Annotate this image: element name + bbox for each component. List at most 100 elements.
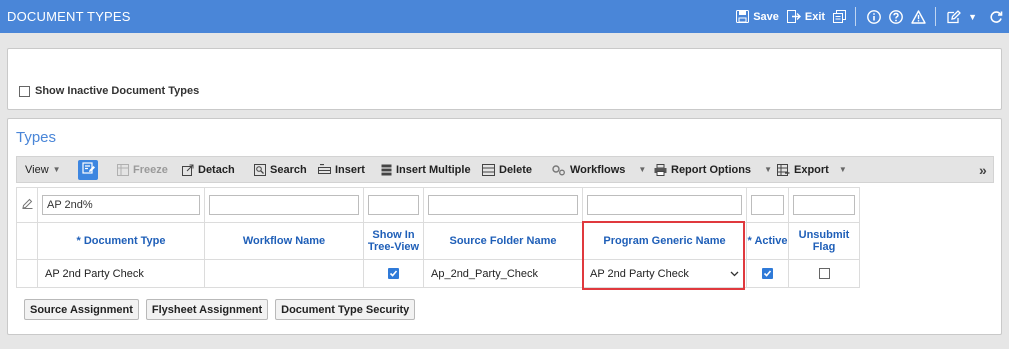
insert-label: Insert xyxy=(335,163,365,176)
document-type-cell[interactable]: AP 2nd Party Check xyxy=(37,259,205,288)
show-inactive-checkbox[interactable] xyxy=(19,85,30,97)
show-in-tree-view-checkbox[interactable] xyxy=(388,268,399,280)
chevron-down-icon: ▼ xyxy=(638,165,647,174)
detach-button[interactable]: Detach xyxy=(182,157,235,182)
warning-icon xyxy=(911,9,926,24)
column-header-unsubmit-flag[interactable]: Unsubmit Flag xyxy=(788,222,860,260)
workflows-menu[interactable]: Workflows ▼ xyxy=(552,157,646,182)
insert-multiple-icon xyxy=(381,164,392,176)
toolbar-divider xyxy=(935,7,937,26)
workflows-label: Workflows xyxy=(570,163,626,176)
show-inactive-label: Show Inactive Document Types xyxy=(35,85,200,97)
help-button[interactable] xyxy=(889,9,903,24)
document-type-security-button[interactable]: Document Type Security xyxy=(275,299,416,320)
source-folder-name-cell[interactable]: Ap_2nd_Party_Check xyxy=(423,259,583,288)
column-header-document-type[interactable]: * Document Type xyxy=(37,222,205,260)
save-icon xyxy=(736,10,750,23)
export-menu[interactable]: Export ▼ xyxy=(777,157,847,182)
title-bar-actions: Save Exit ▼ xyxy=(728,0,1003,33)
insert-multiple-label: Insert Multiple xyxy=(396,163,471,176)
flysheet-assignment-button[interactable]: Flysheet Assignment xyxy=(145,299,269,320)
freeze-button[interactable]: Freeze xyxy=(117,157,168,182)
exit-label: Exit xyxy=(804,10,826,23)
grid-filter-row: AP 2nd% xyxy=(16,187,860,223)
alerts-button[interactable] xyxy=(911,9,926,24)
chevron-down-icon: ▼ xyxy=(764,165,772,174)
insert-multiple-button[interactable]: Insert Multiple xyxy=(381,157,471,182)
edit-menu-button[interactable]: ▼ xyxy=(947,9,977,24)
help-icon xyxy=(889,9,903,24)
types-panel: Types View ▼ Freeze Detach Search Insert… xyxy=(7,118,1002,335)
active-cell xyxy=(746,259,789,288)
workflow-name-filter-input[interactable] xyxy=(209,195,359,215)
row-selector-header xyxy=(16,222,38,260)
row-selector[interactable] xyxy=(16,259,38,288)
document-type-filter-input[interactable]: AP 2nd% xyxy=(42,195,200,215)
edit-icon xyxy=(947,9,961,24)
page-title: DOCUMENT TYPES xyxy=(7,9,131,24)
unsubmit-filter-input[interactable] xyxy=(793,195,855,215)
action-buttons: Source Assignment Flysheet Assignment Do… xyxy=(24,299,422,320)
exit-icon xyxy=(786,10,801,23)
column-header-show-in-tree-view[interactable]: Show In Tree-View xyxy=(363,222,424,260)
more-toolbar-button[interactable]: » xyxy=(979,157,987,182)
view-label: View xyxy=(25,163,49,176)
criteria-panel: Show Inactive Document Types xyxy=(7,48,1002,110)
search-icon xyxy=(254,163,266,176)
freeze-label: Freeze xyxy=(133,163,168,176)
save-button[interactable]: Save xyxy=(736,10,779,23)
section-title: Types xyxy=(16,129,57,146)
delete-label: Delete xyxy=(499,163,533,176)
detach-label: Detach xyxy=(198,163,235,176)
printer-icon xyxy=(654,163,667,176)
save-label: Save xyxy=(753,10,779,23)
toolbar-divider xyxy=(855,7,857,26)
exit-button[interactable]: Exit xyxy=(786,10,826,23)
export-label: Export xyxy=(794,163,829,176)
unsubmit-flag-checkbox[interactable] xyxy=(818,268,830,280)
refresh-button[interactable] xyxy=(989,10,1003,24)
source-assignment-button[interactable]: Source Assignment xyxy=(24,299,139,320)
refresh-icon xyxy=(989,10,1003,24)
report-options-label: Report Options xyxy=(671,163,752,176)
search-label: Search xyxy=(270,163,307,176)
active-filter-input[interactable] xyxy=(751,195,784,215)
edit-row-button[interactable] xyxy=(78,160,98,180)
chevron-down-icon: ▼ xyxy=(52,165,61,174)
column-header-active[interactable]: * Active xyxy=(746,222,789,260)
column-header-workflow-name[interactable]: Workflow Name xyxy=(204,222,364,260)
show-in-tree-view-cell xyxy=(363,259,424,288)
copy-screen-button[interactable] xyxy=(833,10,847,23)
info-icon xyxy=(867,9,881,24)
pencil-icon xyxy=(21,198,33,212)
report-options-menu[interactable]: Report Options ▼ xyxy=(654,157,772,182)
program-generic-filter-input[interactable] xyxy=(587,195,742,215)
delete-button[interactable]: Delete xyxy=(482,157,532,182)
info-button[interactable] xyxy=(867,9,881,24)
highlight-box xyxy=(582,221,745,290)
insert-button[interactable]: Insert xyxy=(318,157,365,182)
show-inactive-option: Show Inactive Document Types xyxy=(19,85,199,97)
filter-row-marker xyxy=(16,187,38,223)
delete-row-icon xyxy=(482,163,495,176)
double-chevron-right-icon: » xyxy=(979,161,987,178)
copy-icon xyxy=(833,10,847,23)
active-checkbox[interactable] xyxy=(762,268,773,280)
chevron-down-icon: ▼ xyxy=(968,11,977,22)
freeze-icon xyxy=(117,163,129,176)
source-folder-filter-input[interactable] xyxy=(428,195,578,215)
workflows-icon xyxy=(552,164,566,176)
title-bar: DOCUMENT TYPES Save Exit ▼ xyxy=(0,0,1009,33)
chevron-down-icon: ▼ xyxy=(838,165,847,174)
column-header-source-folder-name[interactable]: Source Folder Name xyxy=(423,222,583,260)
grid-toolbar: View ▼ Freeze Detach Search Insert Inser… xyxy=(16,156,994,183)
edit-form-icon xyxy=(81,162,95,178)
export-icon xyxy=(777,163,790,176)
insert-row-icon xyxy=(318,163,331,176)
tree-view-filter-input[interactable] xyxy=(368,195,419,215)
view-menu[interactable]: View ▼ xyxy=(25,157,61,182)
search-button[interactable]: Search xyxy=(254,157,307,182)
unsubmit-flag-cell xyxy=(788,259,860,288)
workflow-name-cell[interactable] xyxy=(204,259,364,288)
detach-icon xyxy=(182,164,194,176)
